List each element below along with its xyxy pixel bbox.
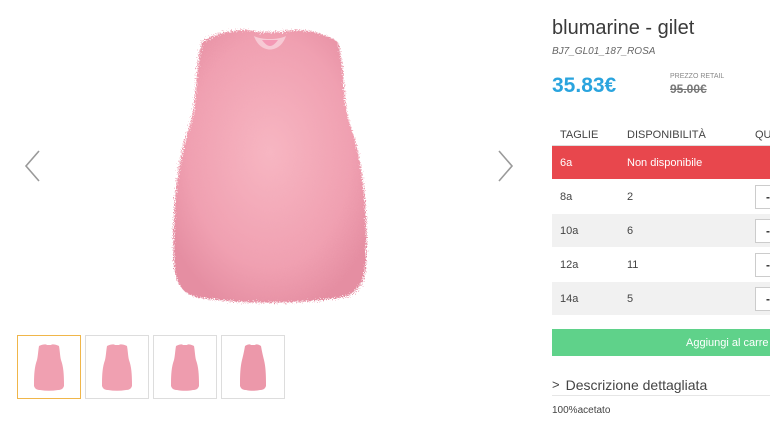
chevron-right-icon: >	[552, 377, 560, 392]
product-sku: BJ7_GL01_187_ROSA	[552, 46, 656, 57]
retail-price: 95.00€	[670, 82, 707, 96]
size-cell: 10a	[560, 224, 579, 237]
product-title: blumarine - gilet	[552, 17, 695, 39]
product-gallery	[0, 0, 540, 446]
quantity-stepper[interactable]: -	[755, 286, 770, 311]
thumbnail-3[interactable]	[153, 335, 217, 399]
description-toggle[interactable]: > Descrizione dettagliata	[552, 374, 770, 396]
table-row: 12a 11 -	[552, 248, 770, 282]
availability-cell: 11	[627, 258, 639, 271]
availability-cell: 5	[627, 292, 634, 305]
size-cell: 14a	[560, 292, 579, 305]
availability-cell: 2	[627, 190, 634, 203]
quantity-stepper[interactable]: -	[755, 252, 770, 277]
header-availability: DISPONIBILITÀ	[627, 128, 706, 141]
table-row: 14a 5 -	[552, 282, 770, 316]
product-main-image	[150, 14, 390, 314]
product-info: blumarine - gilet BJ7_GL01_187_ROSA 35.8…	[552, 0, 770, 446]
chevron-left-icon[interactable]	[22, 148, 44, 184]
sizes-table-header: TAGLIE DISPONIBILITÀ QU	[552, 124, 770, 146]
add-to-cart-button[interactable]: Aggiungi al carre	[552, 329, 770, 356]
quantity-stepper[interactable]: -	[755, 184, 770, 209]
chevron-right-icon[interactable]	[494, 148, 516, 184]
size-cell: 12a	[560, 258, 579, 271]
thumbnail-2[interactable]	[85, 335, 149, 399]
table-row: 8a 2 -	[552, 180, 770, 214]
header-quantity: QU	[755, 128, 770, 141]
availability-cell: Non disponibile	[627, 156, 703, 169]
description-toggle-label: Descrizione dettagliata	[565, 376, 708, 393]
quantity-stepper[interactable]: -	[755, 218, 770, 243]
size-cell: 6a	[560, 156, 573, 169]
retail-price-label: PREZZO RETAIL	[670, 73, 725, 80]
sizes-table: TAGLIE DISPONIBILITÀ QU 6a Non disponibi…	[552, 124, 770, 316]
thumbnail-1[interactable]	[17, 335, 81, 399]
size-cell: 8a	[560, 190, 573, 203]
product-price: 35.83€	[552, 74, 617, 97]
thumbnail-strip	[17, 335, 285, 399]
table-row: 6a Non disponibile	[552, 146, 770, 180]
table-row: 10a 6 -	[552, 214, 770, 248]
thumbnail-4[interactable]	[221, 335, 285, 399]
header-size: TAGLIE	[560, 128, 599, 141]
description-text: 100%acetato	[552, 405, 611, 416]
availability-cell: 6	[627, 224, 634, 237]
